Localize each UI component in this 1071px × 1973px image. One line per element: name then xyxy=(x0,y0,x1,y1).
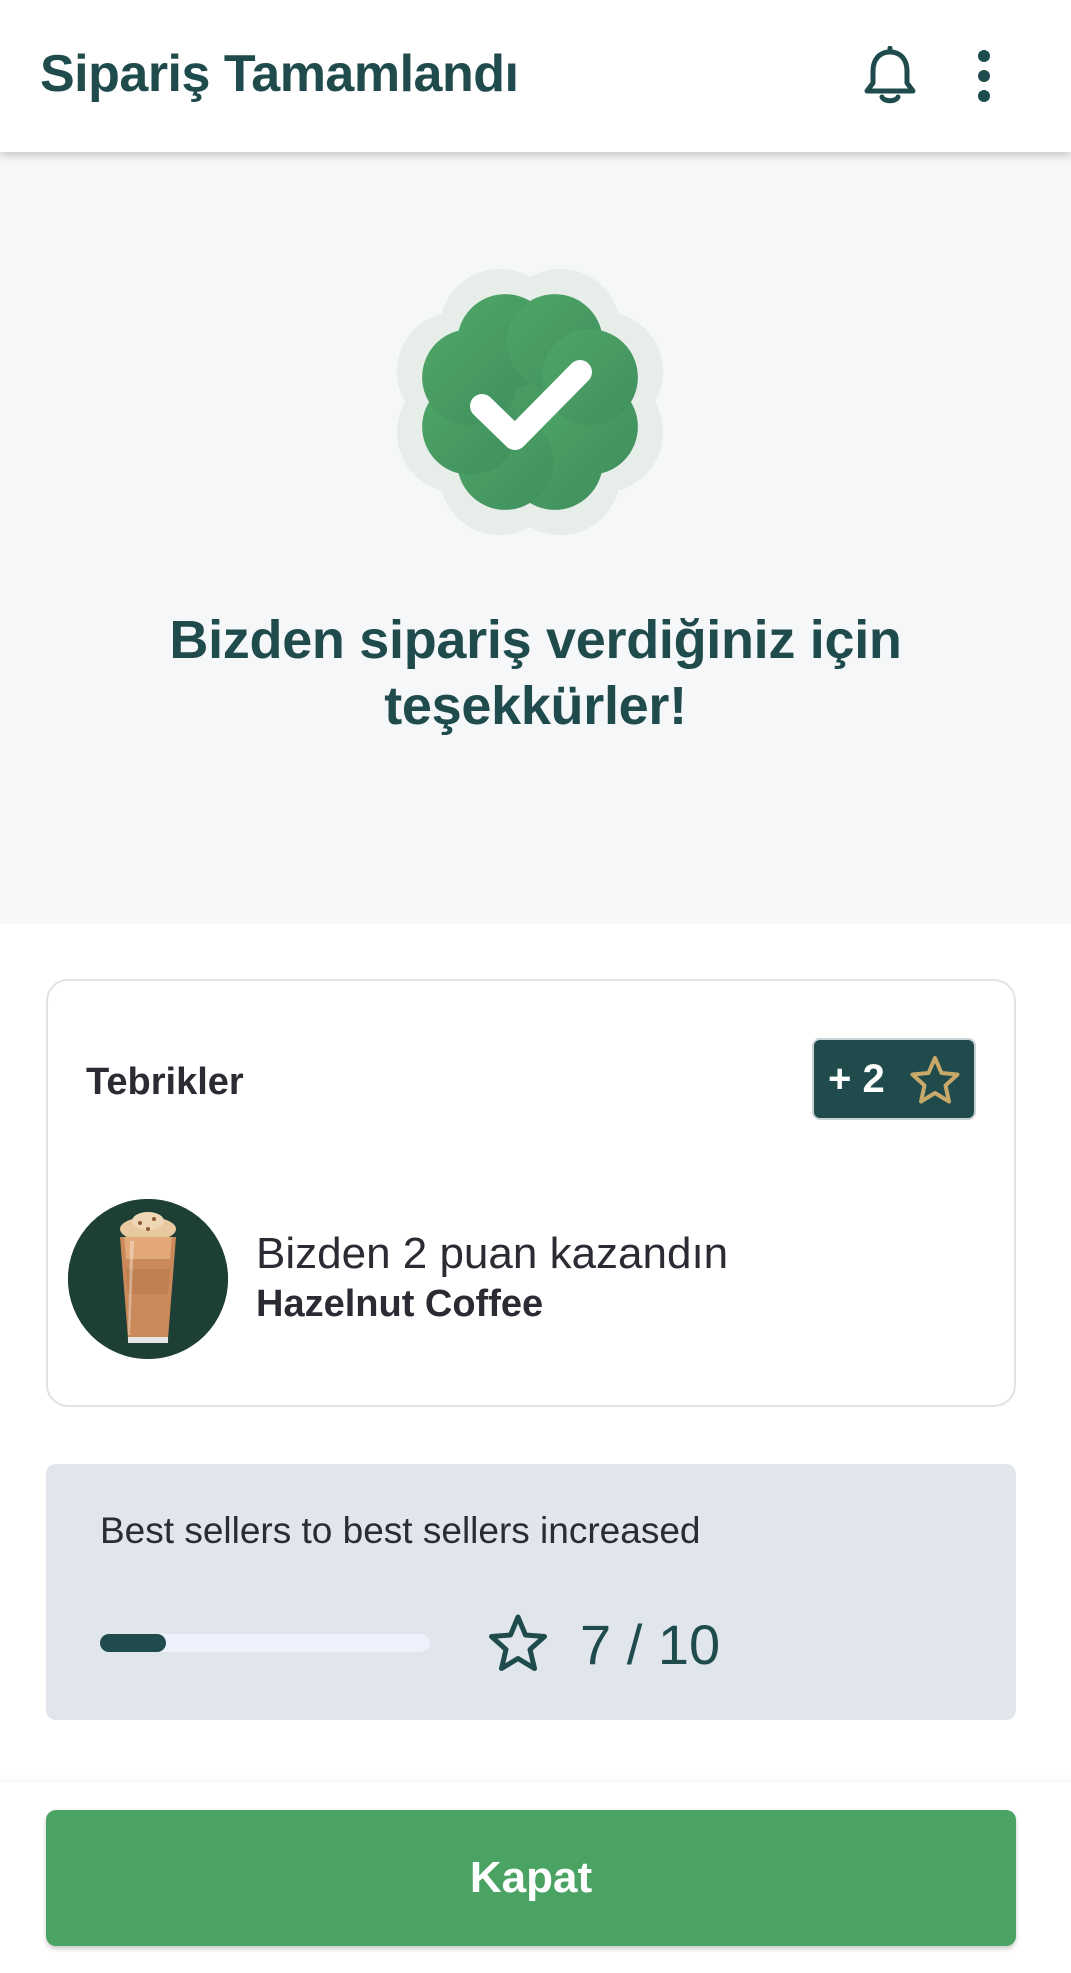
progress-label: Best sellers to best sellers increased xyxy=(100,1510,701,1551)
star-icon xyxy=(910,1056,960,1104)
page-title: Sipariş Tamamlandı xyxy=(40,45,519,103)
product-name: Hazelnut Coffee xyxy=(256,1283,544,1325)
more-options-button[interactable] xyxy=(948,40,1020,112)
notifications-button[interactable] xyxy=(854,40,926,112)
progress-bar xyxy=(100,1634,430,1652)
progress-bar-fill xyxy=(100,1634,166,1652)
more-vertical-icon xyxy=(978,50,990,102)
reward-card-title: Tebrikler xyxy=(86,1061,244,1103)
order-complete-screen: Sipariş Tamamlandı Bizden sipariş verdiğ… xyxy=(0,0,1071,1973)
product-image xyxy=(68,1199,228,1359)
progress-card: Best sellers to best sellers increased 7… xyxy=(46,1464,1016,1720)
iced-coffee-drink-image xyxy=(68,1199,228,1359)
star-outline-icon xyxy=(489,1614,547,1671)
points-earned-value: + 2 xyxy=(828,1056,885,1101)
points-earned-text: Bizden 2 puan kazandın xyxy=(256,1229,729,1278)
footer-bar: Kapat xyxy=(0,1782,1071,1973)
bell-icon xyxy=(864,46,916,104)
thank-you-message: Bizden sipariş verdiğiniz için teşekkürl… xyxy=(169,610,902,736)
close-button[interactable]: Kapat xyxy=(46,1810,1016,1946)
points-earned-badge: + 2 xyxy=(812,1038,976,1120)
progress-count: 7 / 10 xyxy=(580,1613,721,1676)
verified-check-badge-icon xyxy=(396,268,664,536)
app-header: Sipariş Tamamlandı xyxy=(0,0,1071,152)
reward-card: Tebrikler + 2 Bizden 2 puan kazandın Haz… xyxy=(46,979,1016,1407)
success-badge xyxy=(370,242,690,562)
success-hero: Bizden sipariş verdiğiniz için teşekkürl… xyxy=(0,152,1071,924)
